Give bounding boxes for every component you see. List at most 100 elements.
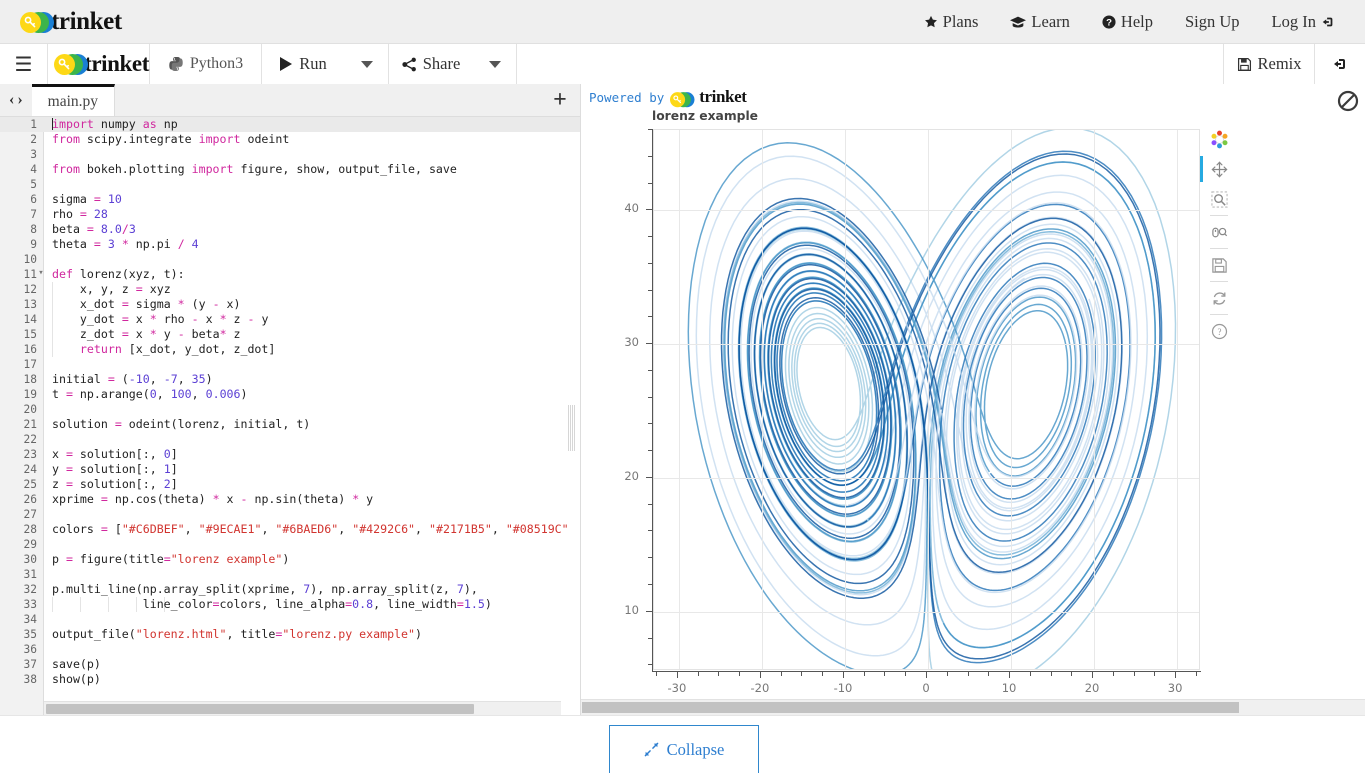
code-line[interactable]: 8 beta = 8.0/3 <box>0 222 580 237</box>
site-logo[interactable]: trinket <box>20 6 122 38</box>
y-axis-tick-minor <box>648 316 652 318</box>
code-line[interactable]: 20 <box>0 402 580 417</box>
nav-login[interactable]: Log In <box>1256 0 1351 44</box>
line-number: 21 <box>23 418 37 431</box>
code-line[interactable]: 38 show(p) <box>0 672 580 687</box>
share-options-button[interactable] <box>473 44 517 84</box>
code-line[interactable]: 6 sigma = 10 <box>0 192 580 207</box>
key-icon <box>24 16 36 27</box>
x-axis-tick-minor <box>656 672 658 676</box>
run-button[interactable]: Run <box>262 44 345 84</box>
code-line[interactable]: 22 <box>0 432 580 447</box>
code-line[interactable]: 7 rho = 28 <box>0 207 580 222</box>
toolbar-logo[interactable]: trinket <box>48 44 150 84</box>
code-fold-toggle[interactable]: ▾ <box>37 266 45 281</box>
code-line[interactable]: 17 <box>0 357 580 372</box>
preview-scrollbar-thumb[interactable] <box>582 702 1239 713</box>
powered-by-trinket[interactable]: Powered by trinket <box>589 84 747 110</box>
no-entry-icon[interactable] <box>1337 90 1359 112</box>
file-nav-arrows[interactable]: ‹ › <box>0 84 32 116</box>
code-line[interactable]: 27 <box>0 507 580 522</box>
x-axis-tick-major <box>676 672 678 678</box>
chart-title: lorenz example <box>652 109 759 123</box>
line-number: 2 <box>30 133 37 146</box>
code-line[interactable]: 11 ▾ def lorenz(xyz, t): <box>0 267 580 282</box>
code-editor[interactable]: 1 import numpy as np 2 from scipy.integrate… <box>0 117 580 715</box>
x-axis-tick-minor <box>780 672 782 676</box>
code-line[interactable]: 25 z = solution[:, 2] <box>0 477 580 492</box>
y-axis-tick-minor <box>648 423 652 425</box>
code-line[interactable]: 23 x = solution[:, 0] <box>0 447 580 462</box>
code-text: def lorenz(xyz, t): <box>52 267 185 281</box>
code-text: rho = 28 <box>52 207 108 221</box>
code-line[interactable]: 5 <box>0 177 580 192</box>
code-line[interactable]: 16 return [x_dot, y_dot, z_dot] <box>0 342 580 357</box>
chart-plot-area[interactable] <box>653 129 1200 670</box>
code-line[interactable]: 37 save(p) <box>0 657 580 672</box>
y-axis-line <box>652 129 653 672</box>
y-axis-tick-minor <box>648 155 652 157</box>
line-number: 29 <box>23 538 37 551</box>
hamburger-icon[interactable]: ☰ <box>0 44 48 84</box>
save-tool-icon[interactable] <box>1204 250 1234 280</box>
code-line[interactable]: 36 <box>0 642 580 657</box>
toolbar-login-button[interactable] <box>1315 44 1365 84</box>
code-line[interactable]: 4 from bokeh.plotting import figure, show… <box>0 162 580 177</box>
toolbar-divider <box>1210 314 1228 315</box>
code-line[interactable]: 12 x, y, z = xyz <box>0 282 580 297</box>
site-nav: Plans Learn ? Help Sign Up Log In <box>908 0 1351 44</box>
trinket-logo-icon <box>20 11 54 34</box>
reset-tool-icon[interactable] <box>1204 283 1234 313</box>
pan-tool-icon[interactable] <box>1200 154 1234 184</box>
help-tool-icon[interactable]: ? <box>1204 316 1234 346</box>
code-line[interactable]: 2 from scipy.integrate import odeint <box>0 132 580 147</box>
x-axis-label: 10 <box>1001 681 1017 695</box>
code-line[interactable]: 21 solution = odeint(lorenz, initial, t) <box>0 417 580 432</box>
code-line[interactable]: 19 t = np.arange(0, 100, 0.006) <box>0 387 580 402</box>
code-line[interactable]: 9 theta = 3 * np.pi / 4 <box>0 237 580 252</box>
code-line[interactable]: 34 <box>0 612 580 627</box>
code-line[interactable]: 32 p.multi_line(np.array_split(xprime, 7)… <box>0 582 580 597</box>
editor-horizontal-scrollbar[interactable] <box>44 701 561 715</box>
code-line[interactable]: 10 <box>0 252 580 267</box>
language-indicator[interactable]: Python3 <box>150 44 262 84</box>
code-line[interactable]: 33 line_color=colors, line_alpha=0.8, li… <box>0 597 580 612</box>
add-file-button[interactable]: + <box>540 84 580 116</box>
nav-plans[interactable]: Plans <box>908 0 995 44</box>
y-axis-label: 30 <box>624 335 639 350</box>
code-line[interactable]: 15 z_dot = x * y - beta* z <box>0 327 580 342</box>
prev-file-icon[interactable]: ‹ <box>9 91 14 109</box>
code-line[interactable]: 28 colors = ["#C6DBEF", "#9ECAE1", "#6BAE… <box>0 522 580 537</box>
nav-help[interactable]: ? Help <box>1086 0 1169 44</box>
code-line[interactable]: 31 <box>0 567 580 582</box>
preview-pane: Powered by trinket lorenz example 10 20 30… <box>580 84 1365 715</box>
y-axis-tick-minor <box>648 369 652 371</box>
code-line[interactable]: 13 x_dot = sigma * (y - x) <box>0 297 580 312</box>
nav-signup[interactable]: Sign Up <box>1169 0 1256 44</box>
code-line[interactable]: 14 y_dot = x * rho - x * z - y <box>0 312 580 327</box>
code-line[interactable]: 3 <box>0 147 580 162</box>
box-zoom-tool-icon[interactable] <box>1204 184 1234 214</box>
nav-learn[interactable]: Learn <box>994 0 1085 44</box>
site-logo-text: trinket <box>51 8 122 35</box>
code-line[interactable]: 24 y = solution[:, 1] <box>0 462 580 477</box>
code-line[interactable]: 1 import numpy as np <box>0 117 580 132</box>
code-line[interactable]: 26 xprime = np.cos(theta) * x - np.sin(th… <box>0 492 580 507</box>
share-button[interactable]: Share <box>389 44 473 84</box>
tab-main-py[interactable]: main.py <box>31 84 116 116</box>
code-line[interactable]: 18 initial = (-10, -7, 35) <box>0 372 580 387</box>
preview-horizontal-scrollbar[interactable] <box>581 699 1365 715</box>
collapse-button[interactable]: Collapse <box>609 725 759 773</box>
code-line[interactable]: 29 <box>0 537 580 552</box>
remix-button[interactable]: Remix <box>1223 44 1315 84</box>
pane-resize-handle[interactable] <box>567 405 576 451</box>
wheel-zoom-tool-icon[interactable] <box>1204 217 1234 247</box>
run-options-button[interactable] <box>345 44 389 84</box>
bokeh-logo-icon[interactable] <box>1204 124 1234 154</box>
code-text: from scipy.integrate import odeint <box>52 132 290 146</box>
code-line[interactable]: 30 p = figure(title="lorenz example") <box>0 552 580 567</box>
next-file-icon[interactable]: › <box>17 91 22 109</box>
code-line[interactable]: 35 output_file("lorenz.html", title="lore… <box>0 627 580 642</box>
editor-scrollbar-thumb[interactable] <box>46 704 474 714</box>
code-text: solution = odeint(lorenz, initial, t) <box>52 417 311 431</box>
